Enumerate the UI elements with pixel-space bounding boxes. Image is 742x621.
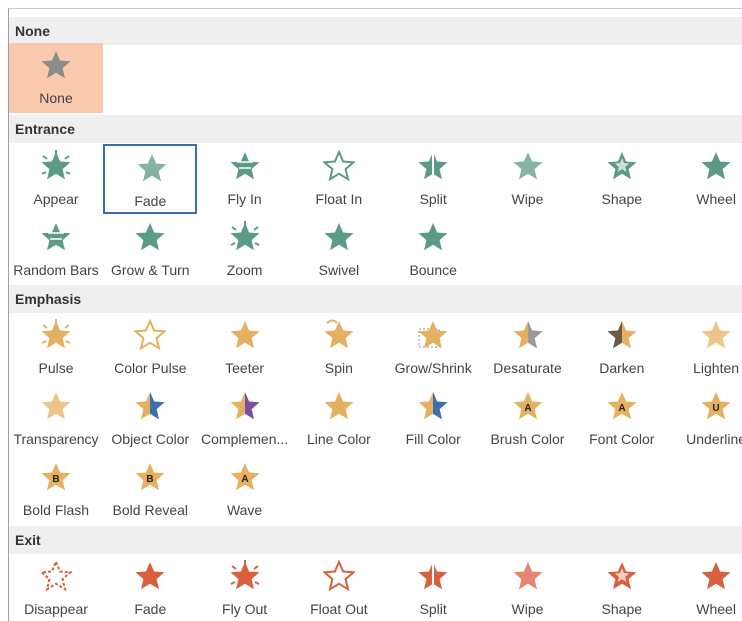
entrance-item-label: Grow & Turn [111,262,190,278]
exit-shape-out-button[interactable]: Shape [575,554,669,621]
exit-split-out-button[interactable]: Split [386,554,480,621]
emphasis-darken-button[interactable]: Darken [575,313,669,383]
entrance-wheel-button[interactable]: Wheel [669,144,742,214]
exit-item-label: Split [419,601,447,617]
section-header-none: None [9,17,742,45]
svg-text:A: A [618,403,625,414]
emphasis-object-color-button[interactable]: Object Color [103,384,197,454]
svg-text:U: U [712,403,719,414]
exit-fly-out-button[interactable]: Fly Out [198,554,292,621]
entrance-item-label: Wipe [511,191,544,207]
exit-wheel-out-button[interactable]: Wheel [669,554,742,621]
emphasis-item-label: Transparency [13,431,99,447]
exit-fade-out-button[interactable]: Fade [103,554,197,621]
entrance-float-in-button[interactable]: Float In [292,144,386,214]
emphasis-teeter-button[interactable]: Teeter [198,313,292,383]
exit-item-label: Wheel [696,601,736,617]
entrance-item-label: Zoom [226,262,263,278]
emphasis-item-label: Fill Color [405,431,461,447]
animation-gallery: None None Entrance Appear Fade Fly In Float… [8,8,742,621]
section-header-exit: Exit [9,526,742,554]
entrance-item-label: Bounce [409,262,457,278]
emphasis-item-label: Pulse [38,360,74,376]
emphasis-item-label: Complemen... [201,431,289,447]
none-star-gray-button[interactable]: None [9,43,103,113]
exit-item-label: Fly Out [222,601,268,617]
svg-text:B: B [52,474,59,485]
emphasis-pulse-button[interactable]: Pulse [9,313,103,383]
entrance-swivel-button[interactable]: Swivel [292,215,386,285]
entrance-split-button[interactable]: Split [386,144,480,214]
exit-float-out-button[interactable]: Float Out [292,554,386,621]
emphasis-bold-flash-button[interactable]: B Bold Flash [9,455,103,525]
emphasis-item-label: Underline [686,431,742,447]
entrance-item-label: Shape [601,191,643,207]
emphasis-item-label: Darken [599,360,645,376]
entrance-fly-in-button[interactable]: Fly In [198,144,292,214]
emphasis-item-label: Font Color [589,431,655,447]
entrance-appear-button[interactable]: Appear [9,144,103,214]
emphasis-item-label: Spin [324,360,353,376]
emphasis-bold-reveal-button[interactable]: B Bold Reveal [103,455,197,525]
emphasis-lighten-button[interactable]: Lighten [669,313,742,383]
exit-item-label: Float Out [310,601,368,617]
entrance-shape-button[interactable]: Shape [575,144,669,214]
emphasis-fill-color-button[interactable]: Fill Color [386,384,480,454]
exit-item-label: Wipe [511,601,544,617]
emphasis-item-label: Bold Flash [22,502,90,518]
emphasis-color-pulse-button[interactable]: Color Pulse [103,313,197,383]
section-header-emphasis: Emphasis [9,285,742,313]
emphasis-font-color-button[interactable]: A Font Color [575,384,669,454]
entrance-item-label: Random Bars [13,262,99,278]
entrance-item-label: Swivel [318,262,360,278]
svg-text:B: B [147,474,154,485]
svg-text:A: A [241,474,248,485]
emphasis-item-label: Grow/Shrink [394,360,472,376]
entrance-random-bars-button[interactable]: Random Bars [9,215,103,285]
entrance-item-label: Split [419,191,447,207]
entrance-item-label: Wheel [696,191,736,207]
entrance-wipe-button[interactable]: Wipe [481,144,575,214]
exit-item-label: Fade [134,601,167,617]
entrance-item-label: Fly In [227,191,262,207]
emphasis-item-label: Line Color [306,431,371,447]
exit-wipe-out-button[interactable]: Wipe [481,554,575,621]
exit-disappear-button[interactable]: Disappear [9,554,103,621]
emphasis-brush-color-button[interactable]: A Brush Color [481,384,575,454]
emphasis-grow-shrink-button[interactable]: Grow/Shrink [386,313,480,383]
emphasis-item-label: Color Pulse [114,360,187,376]
emphasis-transparency-button[interactable]: Transparency [9,384,103,454]
emphasis-item-label: Object Color [111,431,190,447]
svg-text:A: A [524,403,531,414]
entrance-zoom-button[interactable]: Zoom [198,215,292,285]
entrance-item-label: Appear [33,191,79,207]
emphasis-underline-button[interactable]: U Underline [669,384,742,454]
entrance-item-label: Fade [134,193,167,209]
emphasis-line-color-button[interactable]: Line Color [292,384,386,454]
entrance-item-label: Float In [315,191,363,207]
entrance-grow-turn-button[interactable]: Grow & Turn [103,215,197,285]
emphasis-item-label: Brush Color [490,431,565,447]
none-item-label: None [39,90,73,106]
entrance-bounce-button[interactable]: Bounce [386,215,480,285]
emphasis-item-label: Lighten [693,360,740,376]
emphasis-item-label: Wave [226,502,263,518]
emphasis-desaturate-button[interactable]: Desaturate [481,313,575,383]
section-header-entrance: Entrance [9,115,742,143]
emphasis-spin-button[interactable]: Spin [292,313,386,383]
emphasis-item-label: Teeter [225,360,265,376]
exit-item-label: Disappear [24,601,88,617]
emphasis-complementary-color-button[interactable]: Complemen... [198,384,292,454]
emphasis-item-label: Desaturate [493,360,562,376]
emphasis-item-label: Bold Reveal [112,502,189,518]
entrance-fade-button[interactable]: Fade [103,144,198,214]
exit-item-label: Shape [601,601,643,617]
emphasis-wave-button[interactable]: A Wave [198,455,292,525]
